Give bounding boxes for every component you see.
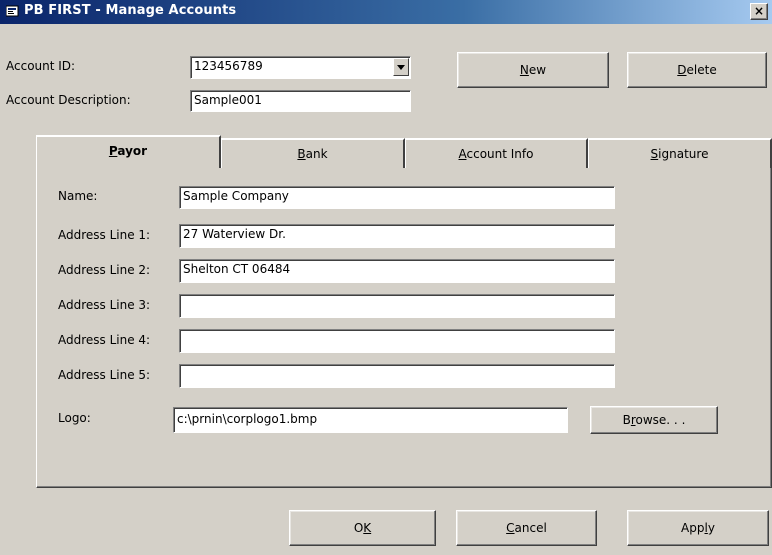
- ok-label-pre: O: [353, 521, 364, 535]
- logo-path-input[interactable]: c:\prnin\corplogo1.bmp: [173, 407, 568, 433]
- account-description-input[interactable]: Sample001: [190, 90, 411, 112]
- manage-accounts-window: PB FIRST - Manage Accounts × Account ID:…: [0, 0, 772, 555]
- address-line-1-input[interactable]: 27 Waterview Dr.: [179, 224, 615, 248]
- account-description-value: Sample001: [194, 93, 262, 107]
- address-line-5-input[interactable]: [179, 364, 615, 388]
- apply-button[interactable]: Apply: [627, 510, 769, 546]
- tab-bank-post: ank: [305, 147, 328, 161]
- tab-account-info-key: A: [458, 147, 467, 161]
- address-line-1-value: 27 Waterview Dr.: [183, 227, 286, 241]
- account-description-label: Account Description:: [6, 93, 131, 107]
- address-line-3-input[interactable]: [179, 294, 615, 318]
- account-id-value: 123456789: [194, 59, 263, 73]
- address-line-2-label: Address Line 2:: [58, 263, 151, 277]
- address-line-1-label: Address Line 1:: [58, 228, 151, 242]
- new-label-key: N: [519, 63, 529, 77]
- new-button[interactable]: New: [457, 52, 609, 88]
- address-line-3-label: Address Line 3:: [58, 298, 151, 312]
- apply-label-post: y: [707, 521, 715, 535]
- tab-signature[interactable]: Signature: [588, 138, 772, 168]
- name-value: Sample Company: [183, 189, 289, 203]
- close-icon: ×: [753, 4, 765, 18]
- tab-account-info[interactable]: Account Info: [405, 138, 588, 168]
- tab-panel-payor: [36, 166, 772, 488]
- ok-button[interactable]: OK: [289, 510, 436, 546]
- cancel-label-key: C: [506, 521, 515, 535]
- ok-label-key: K: [363, 521, 372, 535]
- title-bar[interactable]: PB FIRST - Manage Accounts ×: [0, 0, 772, 24]
- address-line-4-input[interactable]: [179, 329, 615, 353]
- window-title: PB FIRST - Manage Accounts: [24, 3, 237, 18]
- chevron-down-icon[interactable]: [393, 58, 409, 76]
- address-line-5-label: Address Line 5:: [58, 368, 151, 382]
- logo-path-value: c:\prnin\corplogo1.bmp: [177, 412, 318, 426]
- logo-label: Logo:: [58, 411, 91, 425]
- apply-label-pre: App: [681, 521, 705, 535]
- address-line-4-label: Address Line 4:: [58, 333, 151, 347]
- app-icon: [6, 5, 19, 17]
- account-id-combo[interactable]: 123456789: [190, 56, 411, 79]
- browse-label-post: owse. . .: [635, 413, 686, 427]
- tab-signature-post: ignature: [658, 147, 709, 161]
- delete-label-post: elete: [686, 63, 717, 77]
- browse-label-pre: B: [622, 413, 631, 427]
- tab-bank[interactable]: Bank: [221, 138, 405, 168]
- name-label: Name:: [58, 189, 98, 203]
- close-button[interactable]: ×: [750, 3, 768, 20]
- name-input[interactable]: Sample Company: [179, 186, 615, 209]
- delete-label-key: D: [677, 63, 687, 77]
- tab-account-info-post: ccount Info: [466, 147, 534, 161]
- tab-payor-post: ayor: [117, 144, 148, 158]
- cancel-label-post: ancel: [514, 521, 547, 535]
- account-id-label: Account ID:: [6, 59, 76, 73]
- cancel-button[interactable]: Cancel: [456, 510, 597, 546]
- tab-bank-key: B: [297, 147, 306, 161]
- address-line-2-value: Shelton CT 06484: [183, 262, 291, 276]
- new-label-post: ew: [528, 63, 547, 77]
- delete-button[interactable]: Delete: [627, 52, 767, 88]
- address-line-2-input[interactable]: Shelton CT 06484: [179, 259, 615, 283]
- browse-button[interactable]: Browse. . .: [590, 406, 718, 434]
- tab-payor[interactable]: Payor: [36, 135, 221, 168]
